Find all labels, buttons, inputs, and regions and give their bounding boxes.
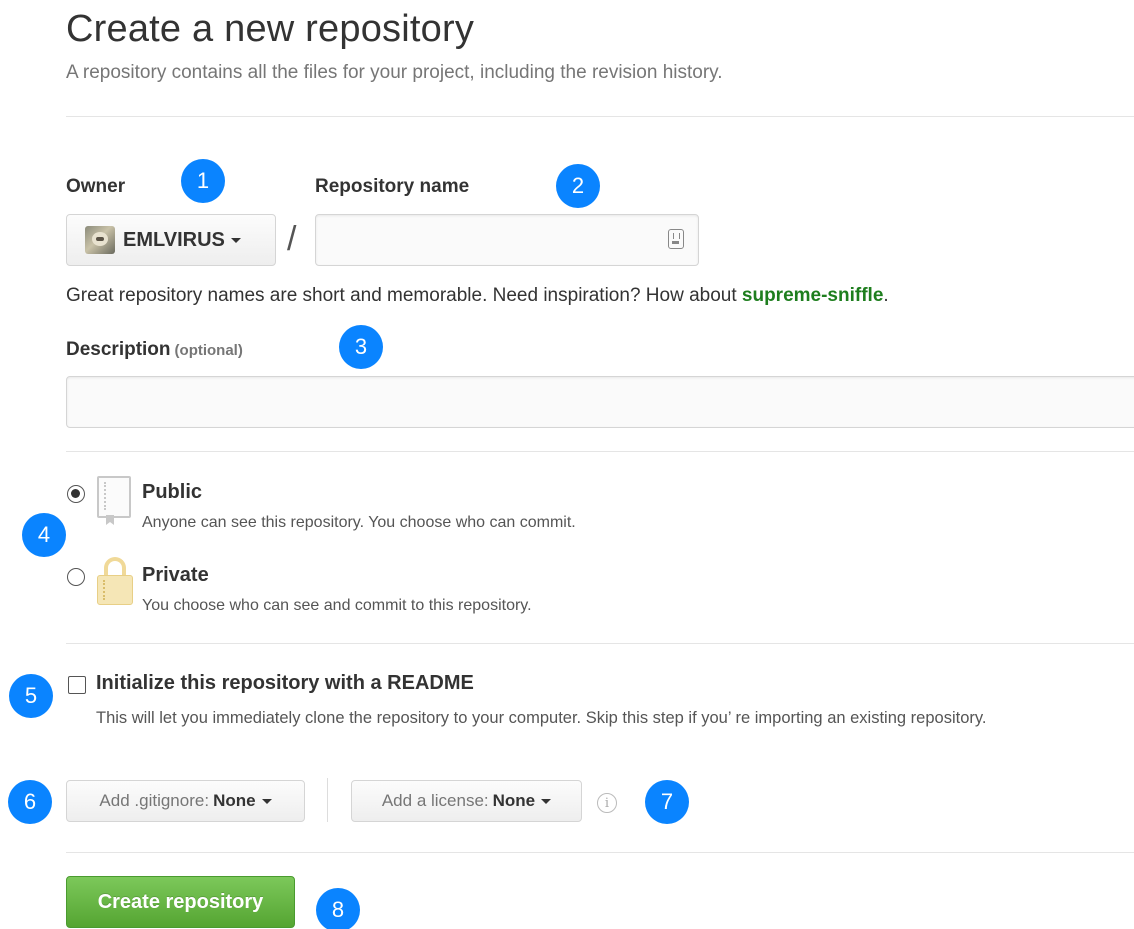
lock-icon [97, 557, 133, 607]
annotation-badge-2: 2 [556, 164, 600, 208]
optional-tag: (optional) [174, 342, 243, 359]
private-title[interactable]: Private [142, 564, 209, 587]
repo-name-input[interactable] [315, 214, 699, 266]
repo-name-label: Repository name [315, 176, 470, 197]
header-divider [66, 116, 1134, 117]
name-suggestion-link[interactable]: supreme-sniffle [742, 285, 883, 306]
description-label-text: Description [66, 339, 171, 360]
license-value: None [492, 791, 536, 810]
section-divider-2 [66, 643, 1134, 644]
annotation-badge-3: 3 [339, 325, 383, 369]
private-description: You choose who can see and commit to thi… [142, 597, 532, 614]
annotation-badge-7: 7 [645, 780, 689, 824]
create-repository-button[interactable]: Create repository [66, 876, 295, 928]
description-input[interactable] [66, 376, 1134, 428]
section-divider-3 [66, 852, 1134, 853]
repo-name-hint: Great repository names are short and mem… [66, 285, 889, 307]
owner-dropdown[interactable]: EMLVIRUS [66, 214, 276, 266]
page-title: Create a new repository [66, 8, 475, 50]
annotation-badge-6: 6 [8, 780, 52, 824]
hint-text: Great repository names are short and mem… [66, 285, 742, 306]
public-radio[interactable] [67, 485, 85, 503]
hint-end: . [883, 285, 889, 306]
section-divider-1 [66, 451, 1134, 452]
chevron-down-icon [261, 798, 272, 804]
license-label: Add a license: [381, 791, 489, 810]
description-label: Description (optional) [66, 339, 243, 361]
select-divider [327, 778, 328, 822]
repo-book-icon [97, 476, 131, 518]
annotation-badge-4: 4 [22, 513, 66, 557]
private-radio[interactable] [67, 568, 85, 586]
license-dropdown[interactable]: Add a license: None [351, 780, 582, 822]
public-description: Anyone can see this repository. You choo… [142, 514, 576, 531]
avatar [85, 226, 115, 254]
lock-body [97, 575, 133, 605]
owner-repo-separator: / [287, 220, 297, 258]
init-readme-checkbox[interactable] [68, 676, 86, 694]
annotation-badge-8: 8 [316, 888, 360, 929]
owner-label: Owner [66, 176, 126, 197]
gitignore-dropdown[interactable]: Add .gitignore: None [66, 780, 305, 822]
annotation-badge-1: 1 [181, 159, 225, 203]
init-readme-description: This will let you immediately clone the … [96, 709, 987, 727]
owner-name: EMLVIRUS [123, 228, 225, 251]
init-readme-title[interactable]: Initialize this repository with a README [96, 672, 474, 695]
public-title[interactable]: Public [142, 481, 202, 504]
gitignore-label: Add .gitignore: [99, 791, 210, 810]
chevron-down-icon [230, 237, 241, 243]
annotation-badge-5: 5 [9, 674, 53, 718]
password-manager-icon[interactable] [668, 229, 684, 249]
info-icon[interactable]: i [597, 793, 617, 813]
chevron-down-icon [541, 798, 552, 804]
page-subtitle: A repository contains all the files for … [66, 62, 723, 83]
gitignore-value: None [213, 791, 256, 810]
